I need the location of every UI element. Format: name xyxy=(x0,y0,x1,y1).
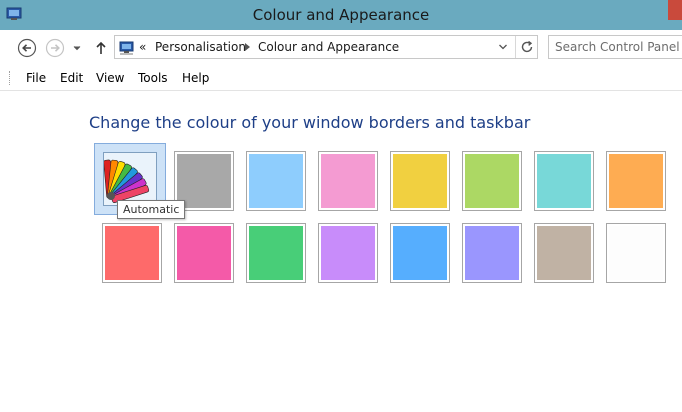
colour-swatch[interactable] xyxy=(534,151,594,211)
swatch-fill xyxy=(537,154,591,208)
swatch-fill xyxy=(537,226,591,280)
swatch-fill xyxy=(393,226,447,280)
main-content: Change the colour of your window borders… xyxy=(0,91,682,412)
swatch-fill xyxy=(465,226,519,280)
back-button[interactable] xyxy=(17,38,37,58)
colour-fan-icon xyxy=(103,159,150,203)
close-button[interactable] xyxy=(668,0,682,20)
address-bar[interactable]: « Personalisation Colour and Appearance xyxy=(114,35,538,59)
back-arrow-icon xyxy=(17,38,37,58)
menu-help[interactable]: Help xyxy=(182,71,209,85)
colour-swatch[interactable] xyxy=(390,151,450,211)
search-box[interactable] xyxy=(548,35,682,59)
colour-swatch[interactable] xyxy=(246,223,306,283)
control-panel-icon xyxy=(119,40,135,55)
window-title: Colour and Appearance xyxy=(252,6,430,24)
menu-tools[interactable]: Tools xyxy=(138,71,168,85)
swatch-fill xyxy=(609,154,663,208)
swatch-fill xyxy=(609,226,663,280)
refresh-icon xyxy=(521,40,533,53)
swatch-fill xyxy=(249,226,303,280)
colour-swatch[interactable] xyxy=(174,223,234,283)
address-history-dropdown[interactable] xyxy=(495,38,511,56)
menu-view[interactable]: View xyxy=(96,71,124,85)
forward-arrow-icon xyxy=(45,38,65,58)
swatch-fill xyxy=(249,154,303,208)
colour-swatch[interactable] xyxy=(462,151,522,211)
menu-grip xyxy=(9,71,12,85)
chevron-down-icon xyxy=(73,46,81,51)
forward-button[interactable] xyxy=(45,38,65,58)
menu-file[interactable]: File xyxy=(26,71,46,85)
up-button[interactable] xyxy=(93,38,109,58)
colour-swatch[interactable] xyxy=(534,223,594,283)
swatch-fill xyxy=(393,154,447,208)
menu-bar: File Edit View Tools Help xyxy=(0,66,682,91)
search-input[interactable] xyxy=(555,37,681,57)
refresh-button[interactable] xyxy=(515,36,538,58)
breadcrumb-overflow[interactable]: « xyxy=(139,40,146,54)
title-bar: Colour and Appearance xyxy=(0,0,682,30)
breadcrumb-colour-and-appearance[interactable]: Colour and Appearance xyxy=(258,40,399,54)
colour-swatch[interactable] xyxy=(606,151,666,211)
menu-edit[interactable]: Edit xyxy=(60,71,83,85)
swatch-fill xyxy=(321,226,375,280)
up-arrow-icon xyxy=(96,41,106,54)
swatch-fill xyxy=(321,154,375,208)
colour-swatch[interactable] xyxy=(102,223,162,283)
colour-swatch[interactable] xyxy=(318,151,378,211)
colour-swatch[interactable] xyxy=(462,223,522,283)
breadcrumb-personalisation[interactable]: Personalisation xyxy=(155,40,246,54)
swatch-fill xyxy=(105,226,159,280)
swatch-fill xyxy=(177,226,231,280)
automatic-swatch-face xyxy=(103,152,157,206)
automatic-tooltip: Automatic xyxy=(117,200,186,219)
swatch-fill xyxy=(465,154,519,208)
page-heading: Change the colour of your window borders… xyxy=(89,113,531,132)
chevron-down-icon xyxy=(499,44,507,50)
colour-swatch[interactable] xyxy=(246,151,306,211)
breadcrumb-separator-icon[interactable] xyxy=(245,43,250,51)
recent-locations-dropdown[interactable] xyxy=(70,38,84,58)
colour-swatch[interactable] xyxy=(390,223,450,283)
navigation-bar: « Personalisation Colour and Appearance xyxy=(0,30,682,66)
colour-swatch[interactable] xyxy=(606,223,666,283)
colour-swatch[interactable] xyxy=(318,223,378,283)
